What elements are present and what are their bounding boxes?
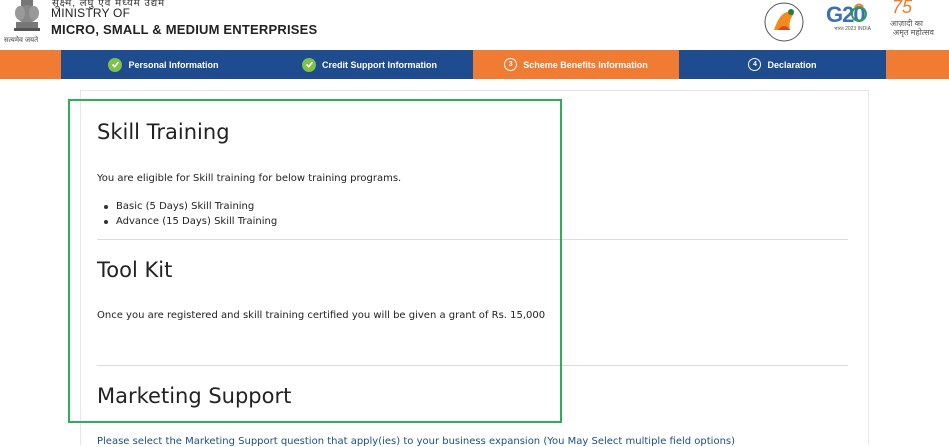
step-label: Credit Support Information — [322, 59, 437, 70]
progress-stepper: Personal Information Credit Support Info… — [0, 50, 949, 79]
azadi-text-line2: अमृत महोत्सव — [893, 28, 934, 37]
highlight-box — [68, 99, 562, 423]
marketing-support-instruction: Please select the Marketing Support ques… — [97, 436, 736, 447]
pm-vishwakarma-logo-icon — [764, 2, 804, 42]
step-personal-information[interactable]: Personal Information — [61, 50, 266, 79]
site-header: सत्यमेव जयते सूक्ष्म, लघु एवं मध्यम उद्य… — [0, 0, 949, 50]
step-label: Declaration — [767, 59, 817, 70]
step-label: Personal Information — [128, 59, 219, 70]
step-declaration[interactable]: 4 Declaration — [679, 50, 886, 79]
check-circle-icon — [108, 57, 123, 72]
check-circle-icon — [302, 57, 316, 72]
ministry-name: MICRO, SMALL & MEDIUM ENTERPRISES — [51, 22, 318, 37]
step-number: 4 — [748, 58, 762, 71]
step-scheme-benefits-information[interactable]: 3 Scheme Benefits Information — [473, 50, 679, 79]
azadi-75-logo: 75 — [892, 0, 913, 17]
step-label: Scheme Benefits Information — [523, 59, 648, 70]
step-number: 3 — [504, 58, 518, 71]
g20-subtitle: भारत 2023 INDIA — [834, 26, 871, 32]
step-credit-support-information[interactable]: Credit Support Information — [266, 50, 473, 79]
ministry-of-label: MINISTRY OF — [51, 6, 131, 20]
emblem-caption: सत्यमेव जयते — [4, 37, 39, 44]
